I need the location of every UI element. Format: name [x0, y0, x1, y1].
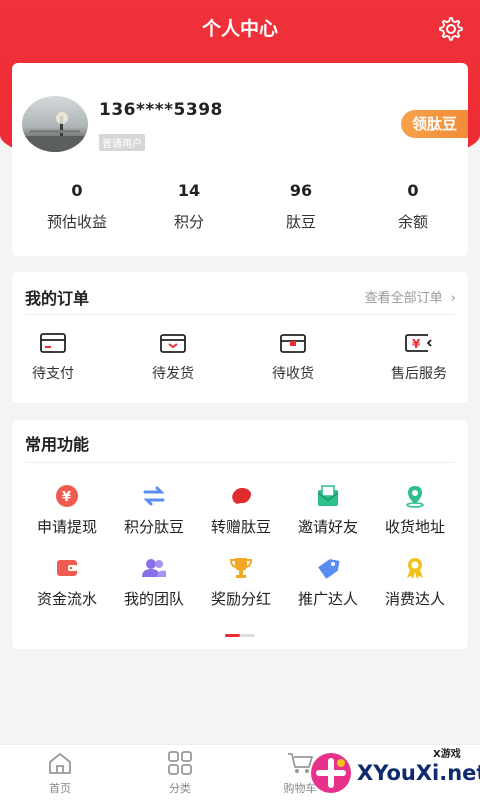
- func-label: 申请提现: [36, 518, 97, 536]
- chevron-right-icon: ›: [450, 291, 456, 306]
- func-label: 邀请好友: [297, 518, 358, 536]
- func-shipping-address[interactable]: 收货地址: [371, 484, 459, 537]
- tab-category[interactable]: 分类: [150, 751, 210, 796]
- tab-label: 分类: [169, 782, 191, 795]
- tab-label: 首页: [49, 782, 71, 795]
- orders-card: 我的订单 查看全部订单 › 待支付 待发货 待收货 ¥ 售后服务: [12, 272, 468, 403]
- profile-card: 136****5398 普通用户 领肽豆 0 预估收益 14 积分 96 肽豆 …: [12, 63, 468, 256]
- yen-refund-icon: ¥: [405, 334, 432, 352]
- stat-value: 14: [177, 181, 201, 200]
- indicator-active: [225, 634, 240, 637]
- stat-balance[interactable]: 0 余额: [356, 181, 470, 232]
- orders-title: 我的订单: [25, 289, 90, 308]
- user-level-badge: 普通用户: [99, 134, 145, 151]
- wallet-icon: [57, 560, 77, 576]
- functions-title: 常用功能: [25, 435, 90, 454]
- view-all-orders-link[interactable]: 查看全部订单 ›: [365, 287, 456, 306]
- user-phone: 136****5398: [99, 100, 223, 120]
- mail-icon: [317, 485, 339, 506]
- func-gift-beans[interactable]: 转赠肽豆: [197, 484, 285, 537]
- stat-label: 预估收益: [46, 213, 107, 231]
- func-label: 推广达人: [297, 590, 358, 608]
- medal-icon: [407, 558, 423, 579]
- trophy-icon: [229, 558, 253, 578]
- func-promoter[interactable]: 推广达人: [284, 556, 372, 609]
- stat-beans[interactable]: 96 肽豆: [244, 181, 358, 232]
- func-my-team[interactable]: 我的团队: [110, 556, 198, 609]
- watermark-text: XYouXi.net: [357, 761, 480, 785]
- order-after-sales[interactable]: ¥ 售后服务: [362, 332, 476, 383]
- tag-icon: [318, 559, 340, 579]
- stat-value: 96: [289, 181, 313, 200]
- avatar[interactable]: [22, 96, 88, 152]
- func-fund-flow[interactable]: 资金流水: [23, 556, 111, 609]
- svg-text:¥: ¥: [412, 337, 421, 351]
- location-icon: [406, 486, 424, 508]
- stat-value: 0: [71, 181, 83, 200]
- tab-home[interactable]: 首页: [30, 751, 90, 796]
- order-pending-shipment[interactable]: 待发货: [116, 332, 230, 383]
- order-pending-receipt[interactable]: 待收货: [236, 332, 350, 383]
- func-consumer[interactable]: 消费达人: [371, 556, 459, 609]
- func-label: 资金流水: [36, 590, 97, 608]
- func-label: 积分肽豆: [123, 518, 184, 536]
- watermark: X游戏 XYouXi.net: [305, 745, 480, 800]
- home-icon: [49, 753, 71, 774]
- func-label: 消费达人: [384, 590, 445, 608]
- stat-label: 肽豆: [285, 213, 316, 231]
- func-label: 收货地址: [384, 518, 445, 536]
- yen-coin-icon: ¥: [56, 485, 78, 507]
- func-label: 奖励分红: [210, 590, 271, 608]
- settings-gear-icon[interactable]: [438, 16, 464, 42]
- svg-text:¥: ¥: [62, 490, 71, 505]
- func-invite-friends[interactable]: 邀请好友: [284, 484, 372, 537]
- get-beans-button[interactable]: 领肽豆: [401, 110, 468, 138]
- page-indicator: [225, 634, 255, 637]
- func-label: 转赠肽豆: [210, 518, 271, 536]
- bean-icon: [232, 487, 251, 504]
- wallet-icon: [40, 333, 66, 353]
- func-points-beans[interactable]: 积分肽豆: [110, 484, 198, 537]
- watermark-logo-icon: [311, 753, 351, 793]
- order-item-label: 售后服务: [391, 366, 447, 382]
- grid-icon: [168, 751, 192, 775]
- stat-label: 积分: [173, 213, 204, 231]
- page-title: 个人中心: [201, 18, 278, 40]
- divider: [25, 462, 455, 463]
- stat-estimated-income[interactable]: 0 预估收益: [20, 181, 134, 232]
- exchange-icon: [143, 486, 165, 506]
- watermark-small-text: X游戏: [433, 749, 461, 760]
- order-item-label: 待发货: [152, 366, 194, 382]
- order-item-label: 待支付: [32, 366, 74, 382]
- package-icon: [280, 334, 306, 353]
- stat-value: 0: [407, 181, 419, 200]
- stat-points[interactable]: 14 积分: [132, 181, 246, 232]
- functions-card: 常用功能 ¥ 申请提现 积分肽豆 转赠肽豆 邀请好友 收货地址 资金流水 我的团…: [12, 420, 468, 649]
- func-reward-dividend[interactable]: 奖励分红: [197, 556, 285, 609]
- order-pending-payment[interactable]: 待支付: [0, 332, 110, 383]
- indicator-inactive: [240, 634, 255, 637]
- box-icon: [160, 334, 186, 353]
- func-withdraw[interactable]: ¥ 申请提现: [23, 484, 111, 537]
- order-item-label: 待收货: [272, 366, 314, 382]
- func-label: 我的团队: [123, 590, 184, 608]
- stat-label: 余额: [397, 213, 428, 231]
- view-all-label: 查看全部订单: [364, 291, 443, 306]
- team-icon: [142, 559, 166, 577]
- divider: [25, 314, 455, 315]
